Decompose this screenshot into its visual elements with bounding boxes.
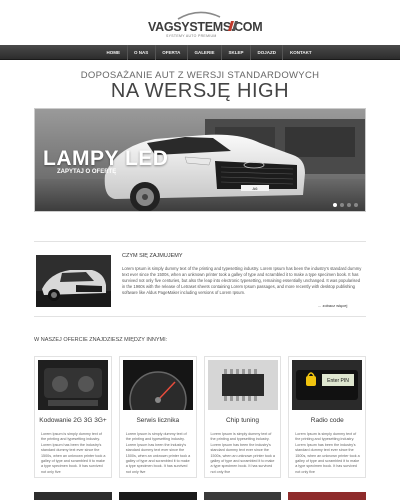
offer-card[interactable]: Enter PIN Radio code Lorem Ipsum is simp…: [288, 356, 366, 478]
nav-items: HOME O NAS OFERTA GALERIE SKLEP DOJAZD K…: [100, 45, 318, 60]
card-image-preview: [288, 492, 366, 500]
slider-license-plate: A6: [253, 186, 259, 191]
card-image-meter: [122, 360, 193, 410]
slider-dot[interactable]: [354, 203, 358, 207]
logo-subtitle: SYSTEMY AUTO PREMIUM: [166, 34, 217, 38]
hero-title: NA WERSJĘ HIGH: [110, 80, 290, 102]
nav-item-o-nas[interactable]: O NAS: [126, 45, 155, 60]
slide-cta-link[interactable]: ZAPYTAJ O OFERTĘ: [57, 169, 116, 175]
card-title: Radio code: [310, 417, 344, 424]
site-logo[interactable]: VAGSYSTEMS.COM SYSTEMY AUTO PREMIUM: [148, 10, 263, 44]
card-image-radio: Enter PIN: [292, 360, 363, 410]
card-title: Chip tuning: [226, 417, 259, 424]
nav-item-oferta[interactable]: OFERTA: [154, 45, 187, 60]
nav-item-sklep[interactable]: SKLEP: [220, 45, 250, 60]
logo-text: VAGSYSTEMS.COM: [148, 20, 263, 34]
slide-title: LAMPY LED: [43, 147, 169, 170]
card-text: Lorem Ipsum is simply dummy text of the …: [295, 432, 360, 474]
logo-swoosh-icon: [177, 11, 221, 20]
card-image-preview: [34, 492, 112, 500]
nav-item-home[interactable]: HOME: [100, 45, 127, 60]
slider-dot[interactable]: [333, 203, 337, 207]
logo-stripes-icon: [228, 21, 238, 31]
about-image: [36, 255, 111, 307]
card-title: Kodowanie 2G 3G 3G+: [39, 417, 107, 424]
offer-card[interactable]: Chip tuning Lorem Ipsum is simply dummy …: [203, 356, 282, 478]
hero-slider[interactable]: A6 LAMPY LED ZAPYTAJ O OFERTĘ: [34, 108, 366, 212]
card-title: Serwis licznika: [136, 417, 180, 424]
about-car-image: [36, 255, 111, 307]
card-text: Lorem Ipsum is simply dummy text of the …: [125, 432, 191, 474]
section-divider: [34, 316, 366, 317]
card-text: Lorem Ipsum is simply dummy text of the …: [41, 432, 106, 474]
nav-item-dojazd[interactable]: DOJAZD: [249, 45, 283, 60]
card-text: Lorem Ipsum is simply dummy text of the …: [210, 432, 275, 474]
nav-item-kontakt[interactable]: KONTAKT: [282, 45, 318, 60]
nav-item-galerie[interactable]: GALERIE: [186, 45, 221, 60]
slider-dot[interactable]: [347, 203, 351, 207]
card-image-chip: [207, 360, 278, 410]
slider-dot[interactable]: [340, 203, 344, 207]
read-more-link[interactable]: ... zobacz więcej: [318, 303, 347, 308]
about-title: CZYM SIĘ ZAJMUJEMY: [122, 253, 183, 259]
card-image-preview: [118, 492, 197, 500]
offers-heading: W NASZEJ OFERCIE ZNAJDZIESZ MIĘDZY INNYM…: [34, 337, 168, 343]
about-text: Lorem Ipsum is simply dummy text of the …: [122, 266, 362, 295]
offer-card[interactable]: Serwis licznika Lorem Ipsum is simply du…: [118, 356, 197, 478]
main-nav: HOME O NAS OFERTA GALERIE SKLEP DOJAZD K…: [0, 45, 400, 60]
offer-cards: Kodowanie 2G 3G 3G+ Lorem Ipsum is simpl…: [34, 356, 366, 478]
radio-screen-text: Enter PIN: [327, 378, 349, 384]
next-row-preview: [34, 492, 366, 500]
offer-card[interactable]: Kodowanie 2G 3G 3G+ Lorem Ipsum is simpl…: [34, 356, 112, 478]
card-image-preview: [203, 492, 282, 500]
card-image-coding: [38, 360, 108, 410]
section-divider: [34, 241, 366, 242]
slider-pagination: [333, 203, 358, 207]
